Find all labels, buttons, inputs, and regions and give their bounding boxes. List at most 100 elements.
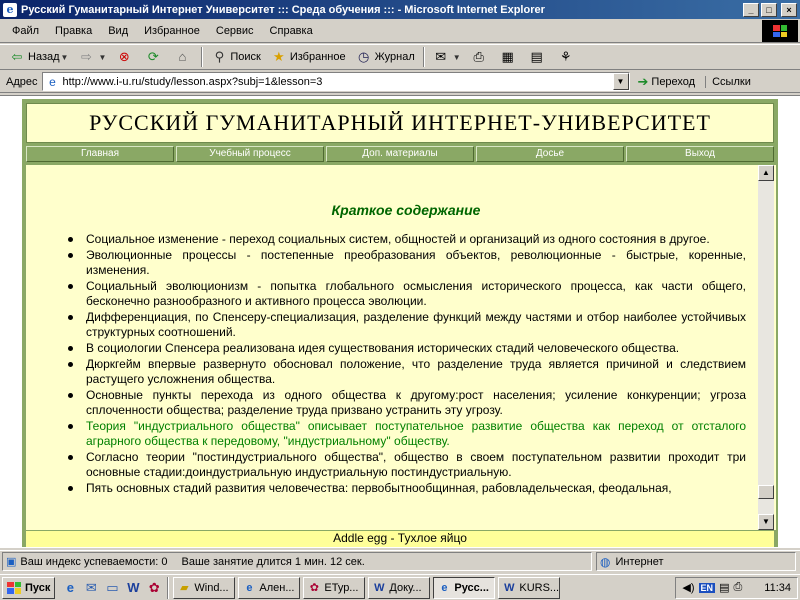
go-button[interactable]: ➔ Переход <box>638 74 696 90</box>
forward-arrow-icon: ⇨ <box>81 49 92 64</box>
start-label: Пуск <box>25 581 51 594</box>
page-status-icon: ▣ <box>6 556 17 568</box>
list-item-highlighted: Теория "индустриального общества" описыв… <box>66 419 746 449</box>
print-icon: ⎙ <box>473 49 484 64</box>
bullet-icon <box>68 362 73 367</box>
maximize-button[interactable]: □ <box>761 2 777 17</box>
window-title: Русский Гуманитарный Интернет Университе… <box>21 3 545 16</box>
outlook-icon[interactable]: ✉ <box>82 579 100 597</box>
mail-button[interactable]: ✉ ▼ <box>428 46 466 68</box>
edit-button[interactable]: ▦ <box>495 46 524 68</box>
history-icon: ◷ <box>357 49 370 64</box>
menu-help[interactable]: Справка <box>262 25 321 37</box>
messenger-button[interactable]: ⚘ <box>553 46 582 68</box>
toolbar: ⇦ Назад ▼ ⇨ ▼ ⊗ ⟳ ⌂ ⚲ Поиск ★ Избранное … <box>0 44 800 70</box>
list-item: Пять основных стадий развития человечест… <box>66 481 746 496</box>
ie-icon: e <box>3 2 17 17</box>
ie-icon[interactable]: e <box>61 579 79 597</box>
url-text[interactable]: http://www.i-u.ru/study/lesson.aspx?subj… <box>63 76 613 88</box>
history-button[interactable]: ◷ Журнал <box>351 46 420 68</box>
discuss-button[interactable]: ▤ <box>524 46 553 68</box>
task-button[interactable]: ✿ ЕТур... <box>303 576 366 599</box>
nav-study-process[interactable]: Учебный процесс <box>176 146 324 162</box>
word-icon: W <box>374 581 385 594</box>
volume-icon[interactable]: ◀) <box>682 581 694 594</box>
back-arrow-icon: ⇦ <box>11 49 23 64</box>
search-icon: ⚲ <box>214 49 225 64</box>
clock[interactable]: 11:34 <box>764 582 791 594</box>
search-button[interactable]: ⚲ Поиск <box>206 46 265 68</box>
status-zone: ◍ Интернет <box>596 552 796 571</box>
word-icon: W <box>504 581 515 594</box>
task-button[interactable]: W KURS... <box>498 576 561 599</box>
home-button[interactable]: ⌂ <box>169 46 198 68</box>
list-item: Социальное изменение - переход социальны… <box>66 232 746 247</box>
stop-icon: ⊗ <box>118 49 130 64</box>
word-icon[interactable]: W <box>124 579 142 597</box>
site-title: РУССКИЙ ГУМАНИТАРНЫЙ ИНТЕРНЕТ-УНИВЕРСИТЕ… <box>89 110 711 135</box>
dropdown-arrow-icon[interactable]: ▼ <box>61 53 69 62</box>
taskbar-separator <box>167 576 170 599</box>
refresh-button[interactable]: ⟳ <box>140 46 169 68</box>
scroll-thumb[interactable] <box>758 485 774 499</box>
zone-label: Интернет <box>615 555 664 568</box>
bullet-icon <box>68 486 73 491</box>
go-label: Переход <box>651 75 696 88</box>
folder-icon: ▰ <box>180 581 189 594</box>
bullet-icon <box>68 284 73 289</box>
bullet-icon <box>68 346 73 351</box>
nav-extra-materials[interactable]: Доп. материалы <box>326 146 474 162</box>
task-button[interactable]: ▰ Wind... <box>173 576 236 599</box>
task-button[interactable]: e Ален... <box>238 576 301 599</box>
address-input[interactable]: e http://www.i-u.ru/study/lesson.aspx?su… <box>41 72 630 91</box>
menu-file[interactable]: Файл <box>4 25 47 37</box>
scroll-down-icon[interactable]: ▼ <box>758 514 774 530</box>
status-progress: Ваш индекс успеваемости: 0 <box>20 555 168 568</box>
address-label: Адрес <box>6 75 38 88</box>
address-dropdown-icon[interactable]: ▼ <box>612 73 629 90</box>
nav-home[interactable]: Главная <box>26 146 174 162</box>
list-item: Дифференциация, по Спенсеру-специализаци… <box>66 310 746 340</box>
minimize-button[interactable]: _ <box>743 2 759 17</box>
scroll-up-icon[interactable]: ▲ <box>758 165 774 181</box>
start-button[interactable]: Пуск <box>2 576 56 599</box>
menu-edit[interactable]: Правка <box>47 25 100 37</box>
dropdown-arrow-icon[interactable]: ▼ <box>453 53 461 62</box>
menu-favorites[interactable]: Избранное <box>136 25 208 37</box>
desktop-icon[interactable]: ▭ <box>103 579 121 597</box>
printer-icon[interactable]: ⎙ <box>733 581 742 594</box>
language-indicator[interactable]: EN <box>698 582 716 593</box>
stop-button[interactable]: ⊗ <box>111 46 140 68</box>
vertical-scrollbar[interactable]: ▲ ▼ <box>758 165 774 530</box>
list-item: Эволюционные процессы - постепенные прео… <box>66 248 746 278</box>
menu-tools[interactable]: Сервис <box>208 25 262 37</box>
edit-icon: ▦ <box>501 49 514 64</box>
app-icon[interactable]: ✿ <box>145 579 163 597</box>
task-button-active[interactable]: e Русс... <box>433 576 496 599</box>
bullet-icon <box>68 424 73 429</box>
favorites-button[interactable]: ★ Избранное <box>266 46 351 68</box>
globe-icon: ◍ <box>600 554 611 569</box>
mail-icon: ✉ <box>435 49 447 64</box>
menu-view[interactable]: Вид <box>100 25 136 37</box>
taskbar: Пуск e ✉ ▭ W ✿ ▰ Wind... e Ален... ✿ ЕТур..… <box>0 574 800 600</box>
site-header: РУССКИЙ ГУМАНИТАРНЫЙ ИНТЕРНЕТ-УНИВЕРСИТЕ… <box>26 103 774 143</box>
forward-button[interactable]: ⇨ ▼ <box>73 46 111 68</box>
nav-dossier[interactable]: Досье <box>476 146 624 162</box>
network-icon[interactable]: ▤ <box>719 581 729 594</box>
lesson-scroll-area: Краткое содержание Социальное изменение … <box>26 165 758 530</box>
site-footer: Addle egg - Тухлое яйцо <box>26 531 774 547</box>
close-button[interactable]: × <box>781 2 797 17</box>
back-button[interactable]: ⇦ Назад ▼ <box>4 46 73 68</box>
dropdown-arrow-icon[interactable]: ▼ <box>98 53 106 62</box>
print-button[interactable]: ⎙ <box>466 46 495 68</box>
bullet-icon <box>68 393 73 398</box>
page-icon: e <box>49 74 56 89</box>
nav-exit[interactable]: Выход <box>626 146 774 162</box>
favorites-label: Избранное <box>289 51 346 63</box>
bullet-icon <box>68 253 73 258</box>
links-button[interactable]: Ссылки <box>705 75 751 88</box>
task-button[interactable]: W Доку... <box>368 576 431 599</box>
home-icon: ⌂ <box>178 49 187 64</box>
toolbar-separator <box>422 47 425 67</box>
